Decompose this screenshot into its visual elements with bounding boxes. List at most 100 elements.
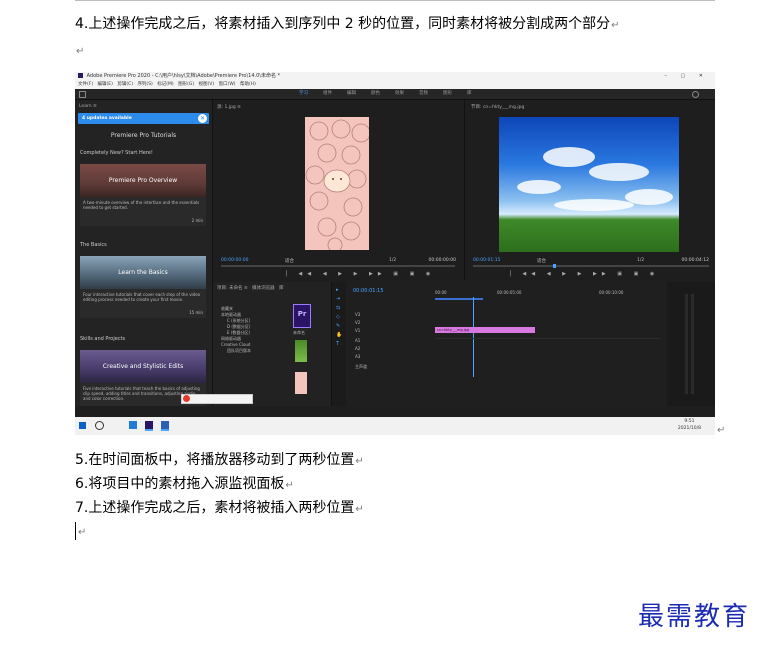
tab-project[interactable]: 项目: 未命名 ≡ (217, 286, 248, 291)
program-image-sky (499, 117, 679, 252)
program-playhead[interactable] (553, 264, 556, 268)
thumbnail-landscape[interactable] (295, 340, 307, 362)
tutorial-card-overview[interactable]: Premiere Pro Overview A two-minute overv… (80, 164, 206, 226)
premiere-project-icon[interactable]: Pr (293, 304, 311, 328)
home-icon[interactable] (79, 91, 86, 98)
source-timecode-out: 00:00:00:00 (428, 258, 456, 263)
section-skills: Skills and Projects (80, 336, 126, 342)
program-transport-controls[interactable]: ▕ ◀◀ ◀ ▶ ▶ ▶▶ ▣ ▣ ◉ (507, 271, 659, 277)
program-timecode-out: 00:00:04:12 (681, 258, 709, 263)
menu-sequence[interactable]: 序列(S) (137, 82, 152, 87)
bottom-panels: 项目: 未命名 ≡ 媒体浏览器 库 收藏夹 本地驱动器 C (系统分区) D (… (213, 282, 715, 406)
source-transport-controls[interactable]: ▕ ◀◀ ◀ ▶ ▶ ▶▶ ▣ ▣ ◉ (283, 271, 435, 277)
workspace-effects[interactable]: 效果 (395, 89, 404, 99)
track-master: 主声道 (355, 364, 367, 369)
menu-file[interactable]: 文件(F) (78, 82, 93, 87)
media-tree-item[interactable]: 团队项目版本 (227, 348, 251, 353)
media-tree-item[interactable]: 收藏夹 (221, 306, 233, 311)
learn-panel-header[interactable]: Learn ≡ (79, 104, 97, 109)
timeline-panel: 00:00:01:15 00:00 00:00:05:00 00:00:10:0… (347, 282, 665, 406)
meter-right (691, 294, 694, 394)
menu-help[interactable]: 帮助(H) (240, 82, 256, 87)
track-v3[interactable]: V3 (355, 312, 360, 317)
program-tab[interactable]: 节目: cn=hkty___mg.jpg (471, 104, 524, 110)
search-icon[interactable] (692, 91, 699, 98)
program-timecode-in[interactable]: 00:00:01:15 (473, 258, 500, 263)
paragraph-mark: ↵ (355, 456, 364, 467)
windows-start-icon[interactable] (79, 422, 86, 429)
workspace-assembly[interactable]: 组件 (323, 89, 332, 99)
timeline-clip[interactable]: cn=hkty___mg.jpg (435, 327, 535, 333)
ime-toolbar[interactable] (181, 394, 253, 404)
step6-paragraph: 6.将项目中的素材拖入源监视面板↵ (75, 475, 294, 495)
ruler-label-10: 00:00:10:00 (599, 290, 624, 295)
workspace-graphics[interactable]: 图形 (443, 89, 452, 99)
taskbar-search-icon[interactable] (95, 421, 104, 430)
paragraph-mark: ↵ (611, 20, 620, 31)
updates-banner[interactable]: 4 updates available ✕ (78, 113, 209, 124)
menu-edit[interactable]: 编辑(E) (98, 82, 113, 87)
learn-panel: Learn ≡ 4 updates available ✕ Premiere P… (75, 100, 213, 406)
work-area-bar[interactable] (435, 298, 483, 300)
track-v1[interactable]: V1 (355, 328, 360, 333)
workspace-libraries[interactable]: 库 (467, 89, 472, 99)
workspace-audio[interactable]: 音频 (419, 89, 428, 99)
menu-view[interactable]: 视图(V) (199, 82, 215, 87)
source-scale-select[interactable]: 1/2 (389, 258, 396, 263)
thumbnail-bears[interactable] (295, 372, 307, 394)
program-scale-select[interactable]: 1/2 (637, 258, 644, 263)
media-tree-item[interactable]: 网络驱动器 (221, 336, 241, 341)
window-title: Adobe Premiere Pro 2020 - C:\用户\hlsy\文档\… (86, 73, 281, 79)
premiere-taskbar-icon[interactable] (145, 421, 153, 431)
edge-icon[interactable] (129, 421, 137, 429)
track-divider (435, 338, 661, 339)
media-tree-item[interactable]: D (数据分区) (227, 324, 250, 329)
track-a2[interactable]: A2 (355, 346, 360, 351)
source-scrubber[interactable] (221, 265, 455, 267)
media-tree-item[interactable]: C (系统分区) (227, 318, 250, 323)
word-taskbar-icon[interactable] (161, 421, 169, 431)
menu-graphics[interactable]: 图形(G) (178, 82, 194, 87)
tab-libraries[interactable]: 库 (279, 286, 284, 291)
card-description: Four interactive tutorials that cover ea… (83, 292, 201, 302)
card-title: Premiere Pro Overview (108, 177, 178, 184)
audio-meters (667, 282, 715, 406)
source-fit-select[interactable]: 适合 (285, 258, 294, 264)
tab-media-browser[interactable]: 媒体浏览器 (252, 286, 275, 291)
card-title: Learn the Basics (118, 269, 168, 276)
track-a1[interactable]: A1 (355, 338, 360, 343)
tool-icons[interactable]: ▸ ⇥ ⇆ ◇ ✎ ✋ T (336, 286, 342, 349)
menu-marker[interactable]: 标记(M) (157, 82, 173, 87)
media-tree-item[interactable]: 本地驱动器 (221, 312, 241, 317)
menu-clip[interactable]: 剪辑(C) (117, 82, 133, 87)
media-tree-item[interactable]: Creative Cloud (221, 342, 250, 347)
source-timecode-in[interactable]: 00:00:00:00 (221, 258, 248, 263)
workspace-color[interactable]: 颜色 (371, 89, 380, 99)
premiere-screenshot: Adobe Premiere Pro 2020 - C:\用户\hlsy\文档\… (75, 72, 715, 435)
window-controls[interactable]: – ▢ ✕ (664, 72, 709, 81)
sogou-icon[interactable] (183, 395, 190, 402)
track-v2[interactable]: V2 (355, 320, 360, 325)
media-tree-item[interactable]: E (数据分区) (227, 330, 250, 335)
close-icon[interactable]: ✕ (198, 114, 207, 123)
premiere-app-icon (78, 73, 83, 78)
program-fit-select[interactable]: 适合 (537, 258, 546, 264)
program-scrubber[interactable] (473, 265, 709, 267)
tutorial-card-basics[interactable]: Learn the Basics Four interactive tutori… (80, 256, 206, 318)
section-basics: The Basics (80, 242, 107, 248)
card-duration: 15 min (189, 310, 203, 315)
timeline-playhead[interactable] (473, 297, 474, 377)
taskbar-clock[interactable]: 9:51 2021/10/8 (678, 418, 701, 432)
brand-watermark: 最需教育 (637, 602, 750, 632)
card-title: Creative and Stylistic Edits (102, 363, 184, 370)
source-tab[interactable]: 源: 1.jpg ≡ (217, 104, 241, 110)
updates-text: 4 updates available (82, 116, 132, 121)
timeline-timecode[interactable]: 00:00:01:15 (353, 288, 384, 294)
program-monitor: 节目: cn=hkty___mg.jpg 00:00:01:15 适合 1/2 … (467, 100, 715, 280)
track-a3[interactable]: A3 (355, 354, 360, 359)
menu-window[interactable]: 窗口(W) (219, 82, 236, 87)
workspace-editing[interactable]: 编辑 (347, 89, 356, 99)
workspace-learn[interactable]: 学习 (299, 89, 308, 99)
step4-paragraph: 4.上述操作完成之后，将素材插入到序列中 2 秒的位置，同时素材将被分割成两个部… (75, 15, 620, 35)
paragraph-mark: ↵ (285, 480, 294, 491)
